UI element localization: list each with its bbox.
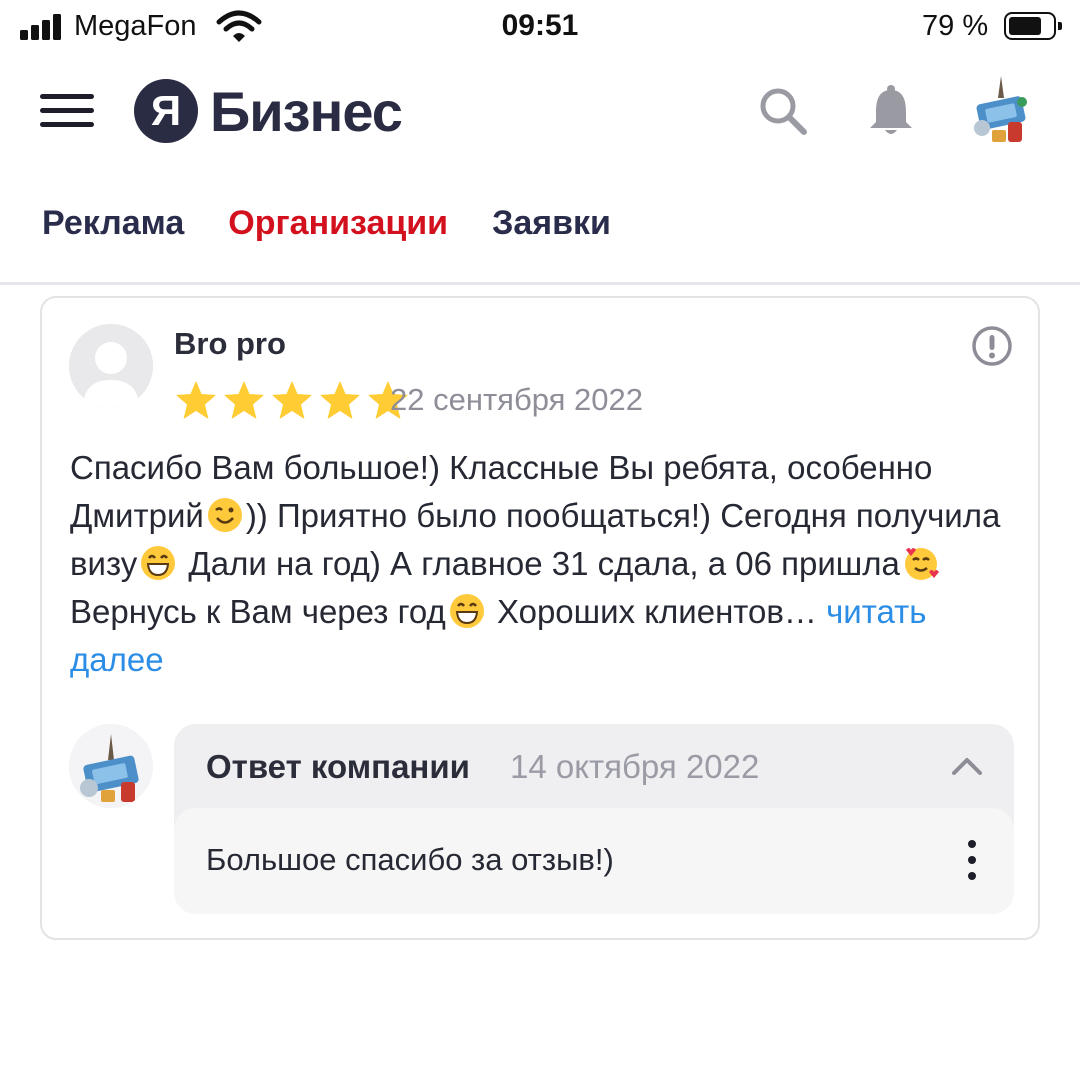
grin-emoji [141, 546, 176, 580]
smiling-hearts-emoji [904, 548, 939, 580]
grin-emoji [449, 594, 484, 628]
star-icon [272, 381, 312, 419]
battery-icon [1004, 12, 1062, 40]
menu-icon[interactable] [40, 94, 96, 128]
status-bar: MegaFon 09:51 79 % [0, 0, 1080, 56]
rating-stars [174, 380, 410, 420]
avatar[interactable] [966, 72, 1036, 148]
author-avatar[interactable] [69, 324, 153, 408]
tab-requests[interactable]: Заявки [492, 204, 611, 243]
company-avatar[interactable] [69, 724, 153, 808]
response-body: Большое спасибо за отзыв!) [174, 808, 1014, 914]
logo-mark: Я [134, 79, 198, 143]
star-icon [176, 381, 216, 419]
logo-text: Бизнес [210, 79, 403, 143]
review-date: 22 сентября 2022 [390, 382, 643, 417]
header-divider [0, 282, 1080, 285]
tab-advertising[interactable]: Реклама [42, 204, 184, 243]
exclamation-circle-icon[interactable] [970, 324, 1014, 368]
chevron-up-icon[interactable] [950, 754, 984, 778]
battery-level [1009, 17, 1041, 35]
more-vertical-icon[interactable] [960, 838, 984, 882]
response-title: Ответ компании [206, 748, 470, 785]
review-card: Bro pro 22 сентября 2022 Спасибо Вам бол… [40, 296, 1040, 940]
logo[interactable]: Я Бизнес [134, 76, 403, 146]
wink-emoji [207, 498, 242, 532]
star-icon [320, 381, 360, 419]
star-icon [224, 381, 264, 419]
status-time: 09:51 [501, 9, 579, 42]
review-text: Спасибо Вам большое!) Классные Вы ребята… [70, 449, 1001, 678]
tab-organizations[interactable]: Организации [228, 204, 448, 243]
bell-icon[interactable] [864, 82, 918, 138]
company-response: Ответ компании 14 октября 2022 Большое с… [174, 724, 1014, 914]
response-date: 14 октября 2022 [510, 748, 760, 785]
search-icon[interactable] [756, 84, 810, 138]
battery-percent: 79 % [922, 10, 989, 42]
response-text: Большое спасибо за отзыв!) [206, 842, 614, 877]
author-name[interactable]: Bro pro [174, 326, 286, 362]
tab-bar: Реклама Организации Заявки [42, 204, 611, 243]
